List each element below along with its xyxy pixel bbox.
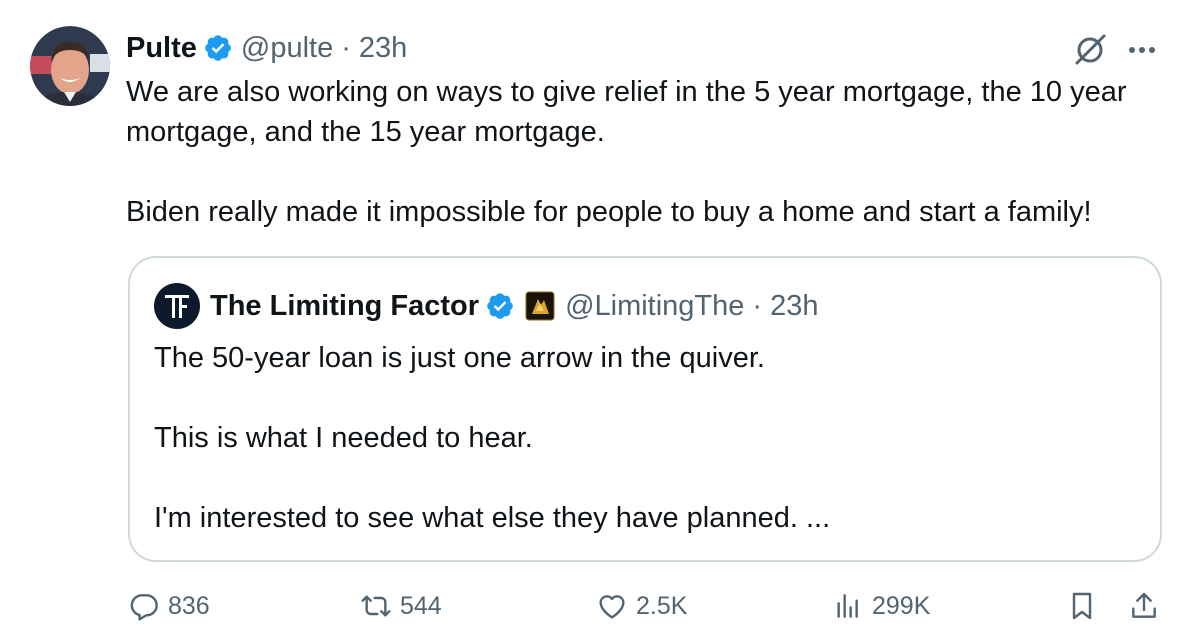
separator-dot: · [341, 31, 351, 64]
author-name[interactable]: Pulte [126, 32, 197, 65]
share-icon [1132, 592, 1156, 618]
reply-icon [130, 594, 158, 621]
tweet[interactable]: Pulte @pulte · 23h We are also working o… [0, 0, 1200, 640]
bookmark-button[interactable] [1066, 586, 1106, 626]
repost-count: 544 [400, 591, 442, 620]
separator-dot: · [752, 289, 763, 322]
repost-icon [361, 595, 391, 617]
quoted-author-avatar[interactable] [154, 283, 200, 329]
tweet-text: We are also working on ways to give reli… [126, 72, 1176, 232]
quoted-paragraph: This is what I needed to hear. [154, 422, 533, 454]
tweet-paragraph: We are also working on ways to give reli… [126, 76, 1127, 148]
quoted-paragraph: The 50-year loan is just one arrow in th… [154, 342, 765, 374]
more-icon[interactable] [1122, 32, 1162, 68]
quoted-author-handle[interactable]: @LimitingThe [565, 290, 744, 323]
repost-button[interactable]: 544 [360, 586, 442, 626]
like-count: 2.5K [636, 591, 688, 620]
reply-count: 836 [168, 591, 210, 620]
bookmark-icon [1072, 592, 1092, 620]
views-button[interactable]: 299K [832, 586, 930, 626]
views-icon [837, 594, 858, 618]
author-avatar[interactable] [30, 26, 110, 106]
reply-button[interactable]: 836 [128, 586, 210, 626]
affiliate-badge-icon[interactable] [525, 291, 555, 321]
share-button[interactable] [1128, 586, 1168, 626]
heart-icon [599, 595, 625, 619]
author-handle[interactable]: @pulte [241, 32, 333, 65]
tweet-header: Pulte @pulte · 23h [126, 28, 407, 68]
tweet-paragraph: Biden really made it impossible for peop… [126, 196, 1092, 228]
action-bar: 836 544 2.5K 299K [128, 586, 1172, 626]
timestamp[interactable]: 23h [359, 32, 407, 65]
quoted-author-name[interactable]: The Limiting Factor [210, 290, 479, 323]
quoted-tweet-header: The Limiting Factor @LimitingThe · 23h [154, 283, 818, 329]
grok-icon[interactable] [1072, 32, 1108, 68]
quoted-tweet-text: The 50-year loan is just one arrow in th… [154, 338, 1134, 538]
quoted-tweet[interactable]: The Limiting Factor @LimitingThe · 23h T… [128, 256, 1162, 562]
verified-badge-icon [203, 33, 233, 63]
quoted-timestamp[interactable]: 23h [770, 290, 818, 323]
like-button[interactable]: 2.5K [596, 586, 687, 626]
quoted-paragraph: I'm interested to see what else they hav… [154, 502, 831, 534]
verified-badge-icon [485, 291, 515, 321]
views-count: 299K [872, 591, 931, 620]
